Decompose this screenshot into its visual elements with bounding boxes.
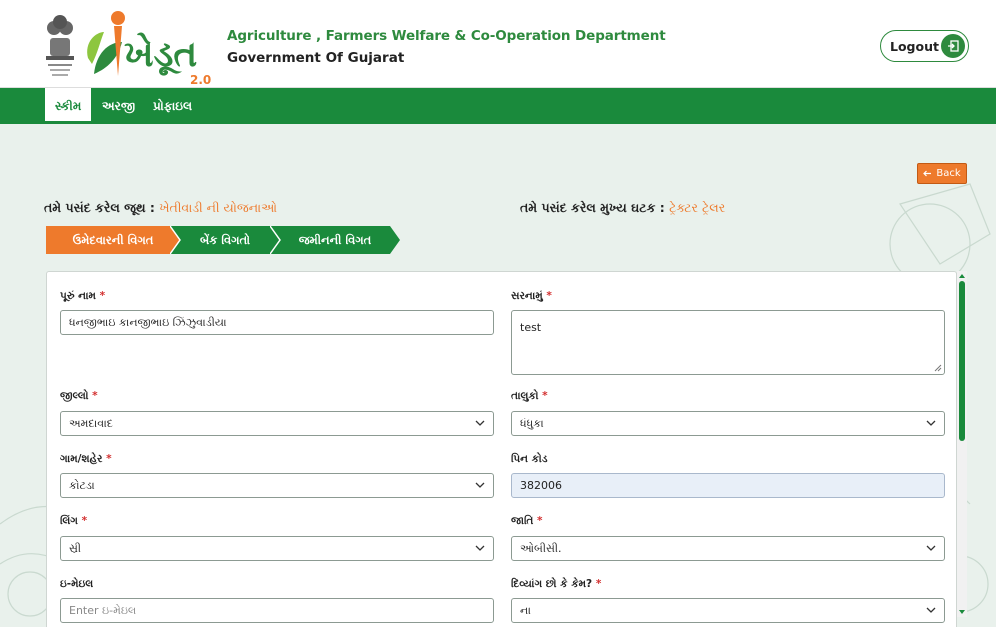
caste-label: જાતિ * <box>511 515 543 527</box>
site-header: ખેડૂત 2.0 Agriculture , Farmers Welfare … <box>0 0 996 88</box>
selected-group-label: તમે પસંદ કરેલ જૂથ : <box>44 200 155 215</box>
khedut-logo: ખેડૂત 2.0 <box>87 11 211 86</box>
resize-grip-icon[interactable] <box>934 364 942 372</box>
gender-select[interactable]: સ્રી <box>60 536 494 561</box>
taluka-select[interactable]: ધંધુકા <box>511 411 945 436</box>
form-scrollbar[interactable] <box>957 271 967 617</box>
pincode-input[interactable]: 382006 <box>511 473 945 498</box>
village-label: ગામ/શહેર * <box>60 453 112 465</box>
logo-text: ખેડૂત <box>124 32 197 77</box>
selected-group: તમે પસંદ કરેલ જૂથ : ખેતીવાડી ની યોજનાઓ <box>44 200 277 216</box>
department-title: Agriculture , Farmers Welfare & Co-Opera… <box>227 28 666 44</box>
scroll-thumb[interactable] <box>959 281 965 441</box>
main-nav: સ્કીમ અરજી પ્રોફાઇલ <box>0 88 996 124</box>
disability-select[interactable]: ના <box>511 598 945 623</box>
nav-item-profile[interactable]: પ્રોફાઇલ <box>143 88 202 124</box>
logout-button[interactable]: Logout <box>880 30 969 62</box>
nav-item-scheme[interactable]: સ્કીમ <box>45 88 92 124</box>
address-textarea[interactable]: test <box>511 310 945 375</box>
scroll-down-icon[interactable] <box>958 608 966 616</box>
chevron-down-icon <box>475 482 485 488</box>
email-input[interactable]: Enter ઇ-મેઇલ <box>60 598 494 623</box>
chevron-down-icon <box>926 420 936 426</box>
arrow-left-icon <box>923 170 932 177</box>
wizard-steps: ઉમેદવારની વિગત બેંક વિગતો જમીનની વિગત <box>46 226 406 254</box>
nav-item-application[interactable]: અરજી <box>92 88 145 124</box>
back-label: Back <box>936 168 961 179</box>
chevron-down-icon <box>475 420 485 426</box>
state-emblem-icon <box>46 15 74 76</box>
chevron-down-icon <box>926 545 936 551</box>
selected-component-value: ટ્રેક્ટર ટ્રેલર <box>669 200 726 215</box>
district-label: જીલ્લો * <box>60 390 98 402</box>
pincode-label: પિન કોડ <box>511 453 548 465</box>
logout-label: Logout <box>890 38 939 54</box>
back-button[interactable]: Back <box>917 163 967 184</box>
district-select[interactable]: અમદાવાદ <box>60 411 494 436</box>
scroll-up-icon[interactable] <box>958 272 966 280</box>
step-bank-details[interactable]: બેંક વિગતો <box>170 226 280 254</box>
selected-component-label: તમે પસંદ કરેલ મુખ્ય ઘટક : <box>520 200 665 215</box>
logout-icon <box>941 34 965 58</box>
address-label: સરનામું * <box>511 290 552 302</box>
email-label: ઇ-મેઇલ <box>60 578 94 590</box>
full-name-label: પૂરું નામ * <box>60 290 106 302</box>
village-select[interactable]: કોટડા <box>60 473 494 498</box>
logo-version: 2.0 <box>190 73 211 86</box>
step-applicant-details[interactable]: ઉમેદવારની વિગત <box>46 226 180 254</box>
step-land-details[interactable]: જમીનની વિગત <box>270 226 400 254</box>
government-title: Government Of Gujarat <box>227 50 405 66</box>
full-name-input[interactable]: ધનજીભાઇ કાનજીભાઇ ઝિંઝુવાડીયા <box>60 310 494 335</box>
chevron-down-icon <box>926 607 936 613</box>
taluka-label: તાલુકો * <box>511 390 548 402</box>
caste-select[interactable]: ઓબીસી. <box>511 536 945 561</box>
selected-component: તમે પસંદ કરેલ મુખ્ય ઘટક : ટ્રેક્ટર ટ્રેલ… <box>520 200 725 216</box>
selected-group-value: ખેતીવાડી ની યોજનાઓ <box>159 200 277 215</box>
chevron-down-icon <box>475 545 485 551</box>
gender-label: લિંગ * <box>60 515 88 527</box>
disability-label: દિવ્યાંગ છો કે કેમ? * <box>511 578 602 590</box>
applicant-form: પૂરું નામ * ધનજીભાઇ કાનજીભાઇ ઝિંઝુવાડીયા… <box>46 271 957 627</box>
